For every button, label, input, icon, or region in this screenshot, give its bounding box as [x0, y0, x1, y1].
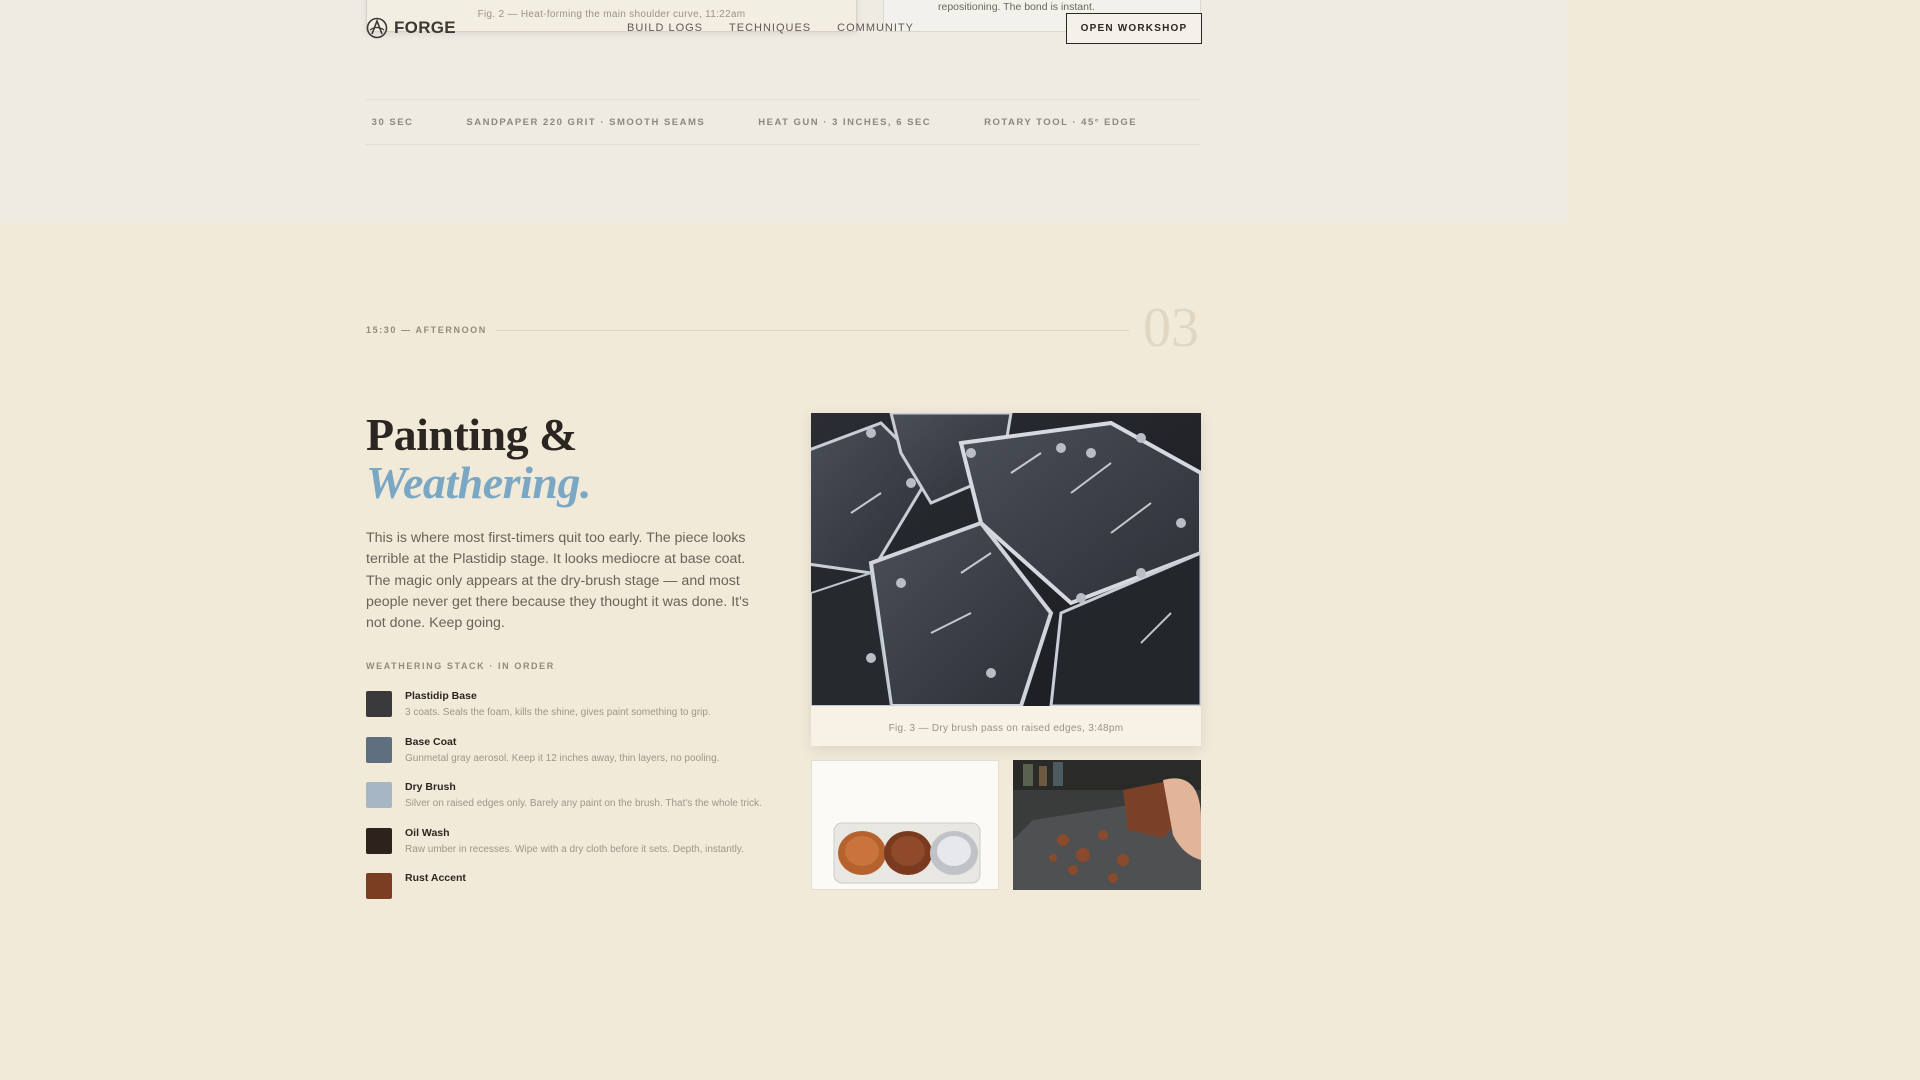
stack-item-desc: 3 coats. Seals the foam, kills the shine…: [405, 707, 711, 718]
nav-link-techniques[interactable]: TECHNIQUES: [729, 22, 811, 34]
top-nav: FORGE BUILD LOGS TECHNIQUES COMMUNITY OP…: [0, 0, 1568, 56]
stack-item-oil-wash: Oil Wash Raw umber in recesses. Wipe wit…: [366, 825, 786, 871]
nav-link-build-logs[interactable]: BUILD LOGS: [627, 22, 703, 34]
brand-logo[interactable]: FORGE: [366, 17, 456, 39]
section-time: 15:30 — AFTERNOON: [366, 325, 487, 335]
open-workshop-button[interactable]: OPEN WORKSHOP: [1066, 13, 1202, 44]
stack-item-name: Rust Accent: [405, 872, 466, 884]
stack-item-plastidip: Plastidip Base 3 coats. Seals the foam, …: [366, 688, 786, 734]
fig3-figure: Fig. 3 — Dry brush pass on raised edges,…: [811, 413, 1201, 746]
stack-item-base-coat: Base Coat Gunmetal gray aerosol. Keep it…: [366, 734, 786, 780]
color-swatch: [366, 782, 392, 808]
stack-item-name: Plastidip Base: [405, 690, 477, 702]
tips-ticker: PS · HOLD 30 SEC SANDPAPER 220 GRIT · SM…: [366, 99, 1201, 145]
stack-item-rust-accent: Rust Accent: [366, 870, 786, 916]
section-number: 03: [1143, 297, 1199, 359]
anvil-logo-icon: [366, 17, 388, 39]
color-swatch: [366, 736, 392, 763]
color-swatch: [366, 691, 392, 717]
color-swatch: [366, 827, 392, 854]
section-title-accent: Weathering.: [366, 457, 591, 508]
section-title: Painting &: [366, 409, 577, 460]
section-lede: This is where most first-timers quit too…: [366, 530, 749, 632]
stack-item-desc: Silver on raised edges only. Barely any …: [405, 798, 762, 809]
stack-item-name: Dry Brush: [405, 781, 456, 793]
stack-item-dry-brush: Dry Brush Silver on raised edges only. B…: [366, 779, 786, 825]
weathering-stack-list: Plastidip Base 3 coats. Seals the foam, …: [366, 688, 786, 916]
section-divider: [496, 330, 1129, 331]
ticker-item: PS · HOLD 30 SEC: [366, 116, 414, 128]
paint-palette-photo: [811, 760, 999, 890]
fig3-caption: Fig. 3 — Dry brush pass on raised edges,…: [888, 723, 1124, 734]
rust-sponge-photo: [1013, 760, 1201, 890]
ticker-item: ROTARY TOOL · 45° EDGE: [984, 116, 1138, 128]
nav-link-community[interactable]: COMMUNITY: [837, 22, 914, 34]
ticker-item: SANDPAPER 220 GRIT · SMOOTH SEAMS: [466, 116, 706, 128]
stack-item-name: Base Coat: [405, 735, 457, 748]
stack-item-desc: Gunmetal gray aerosol. Keep it 12 inches…: [405, 752, 720, 764]
stack-item-name: Oil Wash: [405, 826, 450, 839]
nav-links: BUILD LOGS TECHNIQUES COMMUNITY: [627, 22, 914, 34]
weathering-stack-label: WEATHERING STACK · IN ORDER: [366, 661, 555, 671]
ticker-item: HEAT GUN · 3 INCHES, 6 SEC: [758, 116, 932, 128]
brand-name: FORGE: [394, 18, 456, 37]
stack-item-desc: Raw umber in recesses. Wipe with a dry c…: [405, 843, 744, 855]
ticker-track: PS · HOLD 30 SEC SANDPAPER 220 GRIT · SM…: [366, 100, 1190, 144]
armor-plates-photo: [811, 413, 1201, 706]
color-swatch: [366, 873, 392, 899]
